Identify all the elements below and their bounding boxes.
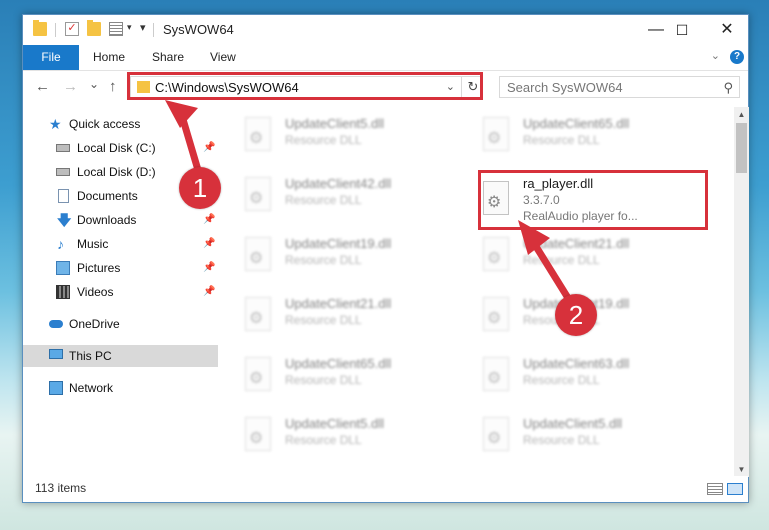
arrow-line-2 xyxy=(529,238,571,300)
callout-2: 2 xyxy=(555,294,597,336)
callout-1: 1 xyxy=(179,167,221,209)
annotation-arrows xyxy=(165,100,571,300)
arrow-head-2 xyxy=(518,220,550,255)
arrow-head-1 xyxy=(165,100,198,128)
arrow-line-1 xyxy=(178,115,202,171)
